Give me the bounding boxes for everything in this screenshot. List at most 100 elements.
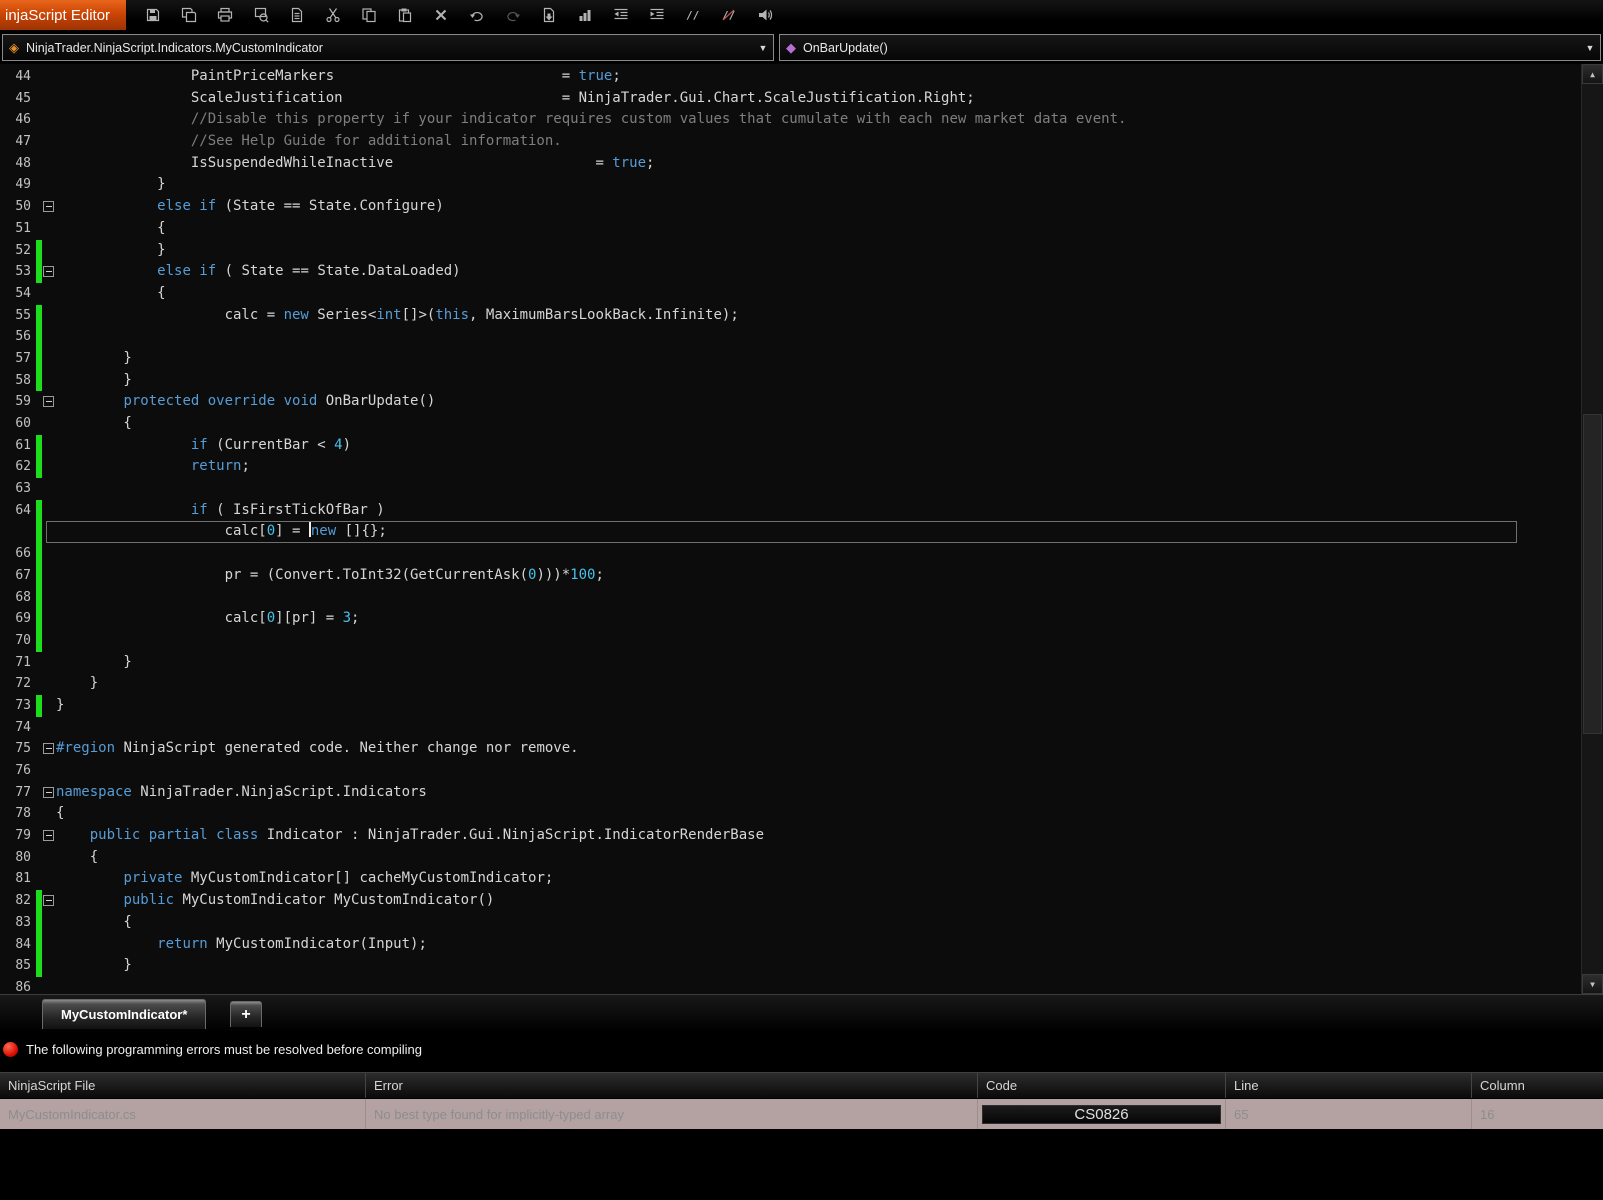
column-header-column[interactable]: Column [1472, 1073, 1603, 1098]
print-preview-button[interactable] [248, 2, 274, 28]
code-line[interactable]: 73} [0, 694, 1579, 717]
fold-marker[interactable] [42, 825, 56, 847]
scrollbar-thumb[interactable] [1583, 414, 1602, 734]
fold-gutter [42, 456, 56, 478]
code-line[interactable]: 56 [0, 326, 1579, 348]
compile-button[interactable] [752, 2, 778, 28]
save-all-button[interactable] [176, 2, 202, 28]
code-line[interactable]: 52 } [0, 239, 1579, 262]
member-selector-combobox[interactable]: ◆ OnBarUpdate() ▼ [779, 34, 1601, 61]
code-line[interactable]: 78 { [0, 803, 1579, 825]
fold-gutter [42, 435, 56, 457]
code-line-selected[interactable]: calc[0] = new []{}; [0, 521, 1579, 544]
print-button[interactable] [212, 2, 238, 28]
code-line[interactable]: 44 PaintPriceMarkers = true; [0, 66, 1579, 88]
code-line[interactable]: 58 } [0, 369, 1579, 392]
paste-button[interactable] [392, 2, 418, 28]
line-number: 67 [15, 567, 31, 583]
code-line[interactable]: 64 if ( IsFirstTickOfBar ) [0, 499, 1579, 522]
vertical-scrollbar[interactable]: ▲ ▼ [1581, 64, 1603, 994]
insert-code-snippet-button[interactable] [536, 2, 562, 28]
code-line[interactable]: 53 else if ( State == State.DataLoaded) [0, 261, 1579, 283]
new-tab-button[interactable]: + [230, 1001, 262, 1027]
type-selector-combobox[interactable]: ◈ NinjaTrader.NinjaScript.Indicators.MyC… [2, 34, 774, 61]
code-line[interactable]: 80 { [0, 847, 1579, 869]
code-editor[interactable]: 44 PaintPriceMarkers = true; 45 ScaleJust… [0, 64, 1603, 994]
column-header-line[interactable]: Line [1226, 1073, 1472, 1098]
properties-button[interactable] [284, 2, 310, 28]
column-header-file[interactable]: NinjaScript File [0, 1073, 366, 1098]
code-text: { [56, 284, 166, 301]
increase-indent-button[interactable] [644, 2, 670, 28]
undo-button[interactable] [464, 2, 490, 28]
code-line[interactable]: 63 [0, 478, 1579, 500]
copy-button[interactable] [356, 2, 382, 28]
save-button[interactable] [140, 2, 166, 28]
code-line[interactable]: 68 [0, 586, 1579, 609]
code-line[interactable]: 46 //Disable this property if your indic… [0, 109, 1579, 131]
code-line[interactable]: 84 return MyCustomIndicator(Input); [0, 933, 1579, 956]
code-line[interactable]: 85 } [0, 955, 1579, 977]
code-lines: 44 PaintPriceMarkers = true; 45 ScaleJust… [0, 66, 1579, 994]
code-line[interactable]: 86 [0, 977, 1579, 994]
code-line[interactable]: 47 //See Help Guide for additional infor… [0, 131, 1579, 153]
chevron-down-icon[interactable]: ▼ [1580, 43, 1600, 53]
code-line[interactable]: 67 pr = (Convert.ToInt32(GetCurrentAsk(0… [0, 564, 1579, 587]
code-line[interactable]: 48 IsSuspendedWhileInactive = true; [0, 153, 1579, 175]
fold-marker[interactable] [42, 738, 56, 760]
code-line[interactable]: 79 public partial class Indicator : Ninj… [0, 825, 1579, 847]
code-line[interactable]: 75 #region NinjaScript generated code. Ne… [0, 738, 1579, 760]
code-line[interactable]: 69 calc[0][pr] = 3; [0, 608, 1579, 630]
scroll-down-button[interactable]: ▼ [1582, 974, 1603, 994]
scroll-up-button[interactable]: ▲ [1582, 64, 1603, 84]
code-line[interactable]: 57 } [0, 347, 1579, 370]
member-selector-value: OnBarUpdate() [803, 40, 888, 55]
code-line[interactable]: 51 { [0, 218, 1579, 240]
code-line[interactable]: 45 ScaleJustification = NinjaTrader.Gui.… [0, 88, 1579, 110]
code-line[interactable]: 54 { [0, 283, 1579, 305]
code-line[interactable]: 82 public MyCustomIndicator MyCustomIndi… [0, 890, 1579, 912]
fold-marker[interactable] [42, 890, 56, 912]
error-row[interactable]: MyCustomIndicator.cs No best type found … [0, 1099, 1603, 1129]
code-text: } [56, 675, 99, 692]
fold-marker[interactable] [42, 261, 56, 283]
code-wizard-button[interactable] [572, 2, 598, 28]
code-line[interactable]: 61 if (CurrentBar < 4) [0, 434, 1579, 457]
line-number: 45 [15, 90, 31, 106]
code-line[interactable]: 66 [0, 543, 1579, 565]
comment-button[interactable]: // [680, 2, 706, 28]
uncomment-button[interactable]: // [716, 2, 742, 28]
code-text: if (CurrentBar < 4) [190, 436, 352, 453]
code-line[interactable]: 70 [0, 629, 1579, 652]
delete-button[interactable] [428, 2, 454, 28]
code-line[interactable]: 72 } [0, 673, 1579, 695]
code-text: { [56, 415, 132, 431]
chevron-down-icon[interactable]: ▼ [753, 43, 773, 53]
redo-button[interactable] [500, 2, 526, 28]
tab-mycustomindicator[interactable]: MyCustomIndicator* [42, 999, 207, 1029]
fold-marker[interactable] [42, 391, 56, 413]
code-line[interactable]: 62 return; [0, 456, 1579, 479]
decrease-indent-button[interactable] [608, 2, 634, 28]
fold-gutter [42, 88, 56, 110]
column-header-code[interactable]: Code [978, 1073, 1226, 1098]
fold-marker[interactable] [42, 782, 56, 804]
code-line[interactable]: 49 } [0, 174, 1579, 196]
code-line[interactable]: 59 protected override void OnBarUpdate() [0, 391, 1579, 413]
save-icon [146, 8, 160, 22]
column-header-error[interactable]: Error [366, 1073, 978, 1098]
code-line[interactable]: 77 namespace NinjaTrader.NinjaScript.Indi… [0, 782, 1579, 804]
code-line[interactable]: 55 calc = new Series<int[]>(this, Maximu… [0, 304, 1579, 327]
code-line[interactable]: 81 private MyCustomIndicator[] cacheMyCu… [0, 868, 1579, 890]
code-line[interactable]: 83 { [0, 911, 1579, 934]
code-line[interactable]: 76 [0, 760, 1579, 782]
code-line[interactable]: 60 { [0, 413, 1579, 435]
fold-marker[interactable] [42, 196, 56, 218]
code-line[interactable]: 74 [0, 717, 1579, 739]
cut-button[interactable] [320, 2, 346, 28]
code-line[interactable]: 50 else if (State == State.Configure) [0, 196, 1579, 218]
code-line[interactable]: 71 } [0, 652, 1579, 674]
